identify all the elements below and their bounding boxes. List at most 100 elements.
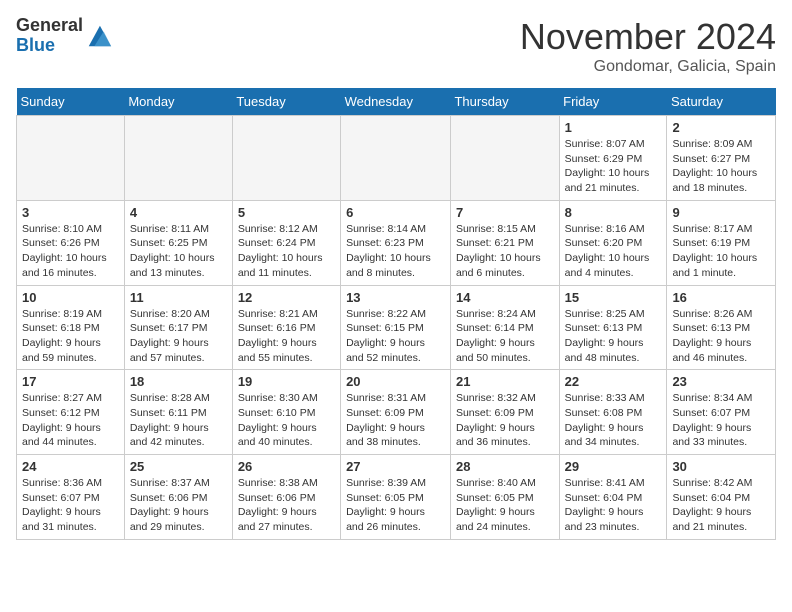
calendar-cell: 21Sunrise: 8:32 AMSunset: 6:09 PMDayligh… [450,370,559,455]
calendar-week-2: 3 Sunrise: 8:10 AMSunset: 6:26 PMDaylight… [17,200,776,285]
calendar-cell: 12 Sunrise: 8:21 AMSunset: 6:16 PMDayligh… [232,285,340,370]
calendar-cell: 25Sunrise: 8:37 AMSunset: 6:06 PMDayligh… [124,455,232,540]
day-number: 19 [238,374,335,389]
calendar-cell: 19 Sunrise: 8:30 AMSunset: 6:10 PMDayligh… [232,370,340,455]
calendar-cell: 8 Sunrise: 8:16 AMSunset: 6:20 PMDaylight… [559,200,667,285]
calendar-cell: 28 Sunrise: 8:40 AMSunset: 6:05 PMDayligh… [450,455,559,540]
calendar-cell: 17Sunrise: 8:27 AMSunset: 6:12 PMDayligh… [17,370,125,455]
calendar-cell: 18Sunrise: 8:28 AMSunset: 6:11 PMDayligh… [124,370,232,455]
day-info: Sunrise: 8:07 AMSunset: 6:29 PMDaylight:… [565,137,662,196]
logo-general: General [16,16,83,36]
day-number: 10 [22,290,119,305]
calendar-cell: 29 Sunrise: 8:41 AMSunset: 6:04 PMDayligh… [559,455,667,540]
day-number: 26 [238,459,335,474]
day-info: Sunrise: 8:40 AMSunset: 6:05 PMDaylight:… [456,476,554,535]
day-info: Sunrise: 8:09 AMSunset: 6:27 PMDaylight:… [672,137,770,196]
calendar-cell: 23 Sunrise: 8:34 AMSunset: 6:07 PMDayligh… [667,370,776,455]
day-number: 13 [346,290,445,305]
weekday-header-wednesday: Wednesday [341,88,451,116]
weekday-header-tuesday: Tuesday [232,88,340,116]
day-number: 7 [456,205,554,220]
calendar-header-row: SundayMondayTuesdayWednesdayThursdayFrid… [17,88,776,116]
calendar-cell: 16 Sunrise: 8:26 AMSunset: 6:13 PMDayligh… [667,285,776,370]
calendar-cell: 2 Sunrise: 8:09 AMSunset: 6:27 PMDaylight… [667,116,776,201]
day-info: Sunrise: 8:25 AMSunset: 6:13 PMDaylight:… [565,307,662,366]
calendar-cell: 20Sunrise: 8:31 AMSunset: 6:09 PMDayligh… [341,370,451,455]
day-info: Sunrise: 8:22 AMSunset: 6:15 PMDaylight:… [346,307,445,366]
weekday-header-monday: Monday [124,88,232,116]
calendar-cell: 7 Sunrise: 8:15 AMSunset: 6:21 PMDaylight… [450,200,559,285]
calendar-week-1: 1 Sunrise: 8:07 AMSunset: 6:29 PMDaylight… [17,116,776,201]
calendar-cell: 30 Sunrise: 8:42 AMSunset: 6:04 PMDayligh… [667,455,776,540]
day-number: 28 [456,459,554,474]
day-info: Sunrise: 8:33 AMSunset: 6:08 PMDaylight:… [565,391,662,450]
calendar-cell: 10 Sunrise: 8:19 AMSunset: 6:18 PMDayligh… [17,285,125,370]
day-number: 8 [565,205,662,220]
day-number: 20 [346,374,445,389]
day-number: 23 [672,374,770,389]
day-info: Sunrise: 8:10 AMSunset: 6:26 PMDaylight:… [22,222,119,281]
calendar-cell: 9 Sunrise: 8:17 AMSunset: 6:19 PMDaylight… [667,200,776,285]
page-header: General Blue November 2024 Gondomar, Gal… [16,16,776,76]
calendar: SundayMondayTuesdayWednesdayThursdayFrid… [16,88,776,540]
day-number: 3 [22,205,119,220]
calendar-week-3: 10 Sunrise: 8:19 AMSunset: 6:18 PMDayligh… [17,285,776,370]
day-number: 24 [22,459,119,474]
day-info: Sunrise: 8:34 AMSunset: 6:07 PMDaylight:… [672,391,770,450]
weekday-header-sunday: Sunday [17,88,125,116]
day-info: Sunrise: 8:15 AMSunset: 6:21 PMDaylight:… [456,222,554,281]
day-number: 2 [672,120,770,135]
weekday-header-thursday: Thursday [450,88,559,116]
weekday-header-saturday: Saturday [667,88,776,116]
day-number: 15 [565,290,662,305]
calendar-cell: 3 Sunrise: 8:10 AMSunset: 6:26 PMDaylight… [17,200,125,285]
calendar-cell: 14 Sunrise: 8:24 AMSunset: 6:14 PMDayligh… [450,285,559,370]
day-info: Sunrise: 8:24 AMSunset: 6:14 PMDaylight:… [456,307,554,366]
calendar-cell: 6Sunrise: 8:14 AMSunset: 6:23 PMDaylight… [341,200,451,285]
day-number: 30 [672,459,770,474]
calendar-cell [341,116,451,201]
day-number: 14 [456,290,554,305]
day-info: Sunrise: 8:21 AMSunset: 6:16 PMDaylight:… [238,307,335,366]
calendar-cell: 22 Sunrise: 8:33 AMSunset: 6:08 PMDayligh… [559,370,667,455]
calendar-cell: 27Sunrise: 8:39 AMSunset: 6:05 PMDayligh… [341,455,451,540]
day-info: Sunrise: 8:11 AMSunset: 6:25 PMDaylight:… [130,222,227,281]
calendar-cell [450,116,559,201]
logo-icon [85,22,113,50]
calendar-cell: 5Sunrise: 8:12 AMSunset: 6:24 PMDaylight… [232,200,340,285]
day-info: Sunrise: 8:28 AMSunset: 6:11 PMDaylight:… [130,391,227,450]
location: Gondomar, Galicia, Spain [520,58,776,76]
day-info: Sunrise: 8:27 AMSunset: 6:12 PMDaylight:… [22,391,119,450]
day-info: Sunrise: 8:42 AMSunset: 6:04 PMDaylight:… [672,476,770,535]
day-info: Sunrise: 8:16 AMSunset: 6:20 PMDaylight:… [565,222,662,281]
day-info: Sunrise: 8:26 AMSunset: 6:13 PMDaylight:… [672,307,770,366]
title-section: November 2024 Gondomar, Galicia, Spain [520,16,776,76]
day-number: 22 [565,374,662,389]
calendar-cell [124,116,232,201]
month-title: November 2024 [520,16,776,58]
day-info: Sunrise: 8:30 AMSunset: 6:10 PMDaylight:… [238,391,335,450]
calendar-cell: 24Sunrise: 8:36 AMSunset: 6:07 PMDayligh… [17,455,125,540]
day-info: Sunrise: 8:41 AMSunset: 6:04 PMDaylight:… [565,476,662,535]
day-info: Sunrise: 8:32 AMSunset: 6:09 PMDaylight:… [456,391,554,450]
day-number: 1 [565,120,662,135]
day-number: 12 [238,290,335,305]
day-number: 11 [130,290,227,305]
day-info: Sunrise: 8:17 AMSunset: 6:19 PMDaylight:… [672,222,770,281]
calendar-cell [17,116,125,201]
day-number: 29 [565,459,662,474]
logo-blue: Blue [16,36,83,56]
weekday-header-friday: Friday [559,88,667,116]
day-number: 16 [672,290,770,305]
day-number: 9 [672,205,770,220]
day-info: Sunrise: 8:20 AMSunset: 6:17 PMDaylight:… [130,307,227,366]
calendar-week-5: 24Sunrise: 8:36 AMSunset: 6:07 PMDayligh… [17,455,776,540]
day-info: Sunrise: 8:12 AMSunset: 6:24 PMDaylight:… [238,222,335,281]
calendar-cell: 1 Sunrise: 8:07 AMSunset: 6:29 PMDaylight… [559,116,667,201]
day-info: Sunrise: 8:19 AMSunset: 6:18 PMDaylight:… [22,307,119,366]
calendar-cell: 13 Sunrise: 8:22 AMSunset: 6:15 PMDayligh… [341,285,451,370]
calendar-cell: 15 Sunrise: 8:25 AMSunset: 6:13 PMDayligh… [559,285,667,370]
calendar-cell [232,116,340,201]
day-info: Sunrise: 8:14 AMSunset: 6:23 PMDaylight:… [346,222,445,281]
day-info: Sunrise: 8:38 AMSunset: 6:06 PMDaylight:… [238,476,335,535]
